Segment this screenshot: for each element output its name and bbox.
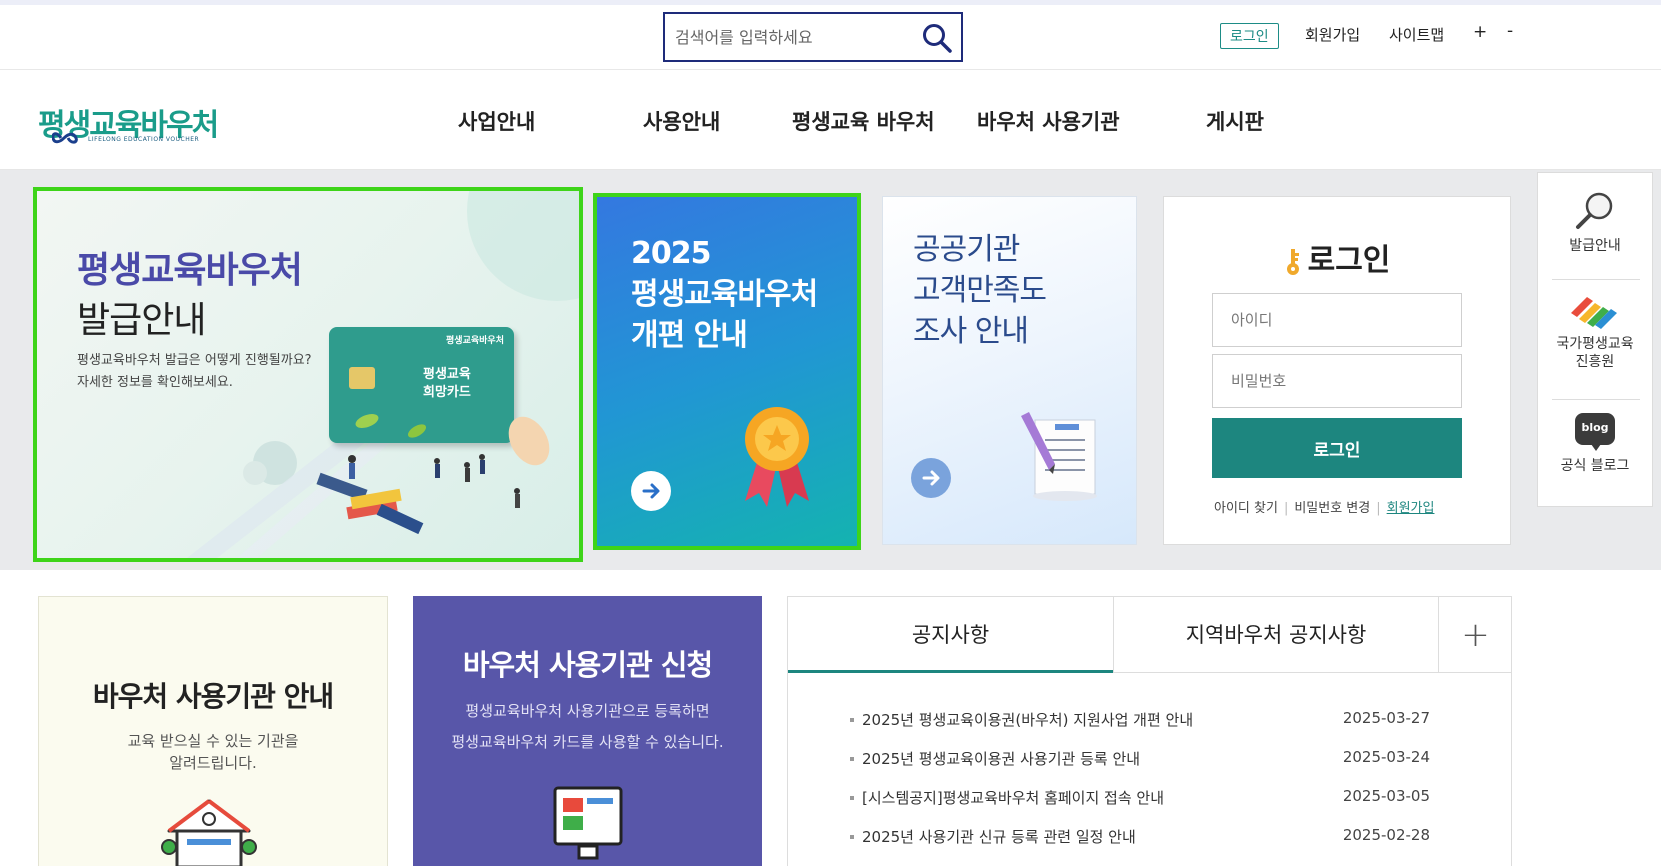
reform-2025-banner[interactable]: 2025 평생교육바우처 개편 안내: [593, 193, 861, 550]
voucher-issue-desc-2: 자세한 정보를 확인해보세요.: [77, 375, 233, 390]
voucher-issue-banner[interactable]: 평생교육바우처 발급안내 평생교육바우처 발급은 어떻게 진행될까요? 자세한 …: [33, 187, 583, 562]
survey-title: 공공기관 고객만족도 조사 안내: [913, 232, 1047, 349]
arrow-right-icon: [922, 470, 940, 486]
card-chip-icon: [349, 367, 375, 389]
card-name-1: 평생교육: [423, 367, 471, 382]
reform-title: 2025 평생교육바우처 개편 안내: [631, 236, 818, 353]
nav-voucher-institutions[interactable]: 바우처 사용기관: [977, 106, 1120, 136]
top-signup-link[interactable]: 회원가입: [1305, 24, 1360, 45]
login-password-input[interactable]: [1212, 354, 1462, 408]
notice-more-button[interactable]: +: [1438, 597, 1512, 673]
monitor-icon: [553, 786, 623, 860]
quick-menu-divider: [1552, 399, 1640, 400]
infinity-logo-icon: [52, 132, 78, 144]
institution-apply-card[interactable]: 바우처 사용기관 신청 평생교육바우처 사용기관으로 등록하면 평생교육바우처 …: [413, 596, 762, 866]
nav-board[interactable]: 게시판: [1206, 106, 1264, 136]
bullet: [850, 718, 854, 722]
bullet: [850, 757, 854, 761]
school-building-icon: [161, 799, 257, 866]
venue-desc: 교육 받으실 수 있는 기관을 알려드립니다.: [127, 732, 299, 772]
notice-panel: 공지사항 지역바우처 공지사항 + 2025년 평생교육이용권(바우처) 지원사…: [787, 596, 1512, 866]
logo-subtitle: LIFELONG EDUCATION VOUCHER: [88, 136, 200, 143]
magnifier-icon: [1576, 192, 1613, 229]
nile-logo-icon: [1571, 297, 1617, 329]
apply-title: 바우처 사용기관 신청: [462, 648, 713, 682]
voucher-issue-title: 평생교육바우처: [77, 250, 303, 291]
tab-regional-notice[interactable]: 지역바우처 공지사항: [1113, 597, 1438, 673]
bullet: [850, 796, 854, 800]
quick-blog-link[interactable]: blog 공식 블로그: [1538, 413, 1652, 475]
reform-arrow-button[interactable]: [631, 471, 671, 511]
bullet: [850, 835, 854, 839]
voucher-issue-subtitle: 발급안내: [77, 300, 206, 341]
card-brand: 평생교육바우처: [446, 336, 504, 346]
quick-menu: 발급안내 국가평생교육 진흥원 blog 공식 블로그: [1537, 172, 1653, 507]
search-box: [663, 12, 963, 62]
quick-issue-guide[interactable]: 발급안내: [1538, 189, 1652, 255]
login-id-input[interactable]: [1212, 293, 1462, 347]
notice-item[interactable]: 2025년 사용기관 신규 등록 관련 일정 안내 2025-02-28: [850, 826, 1430, 850]
zoom-out-button[interactable]: -: [1507, 21, 1513, 41]
apply-desc: 평생교육바우처 사용기관으로 등록하면 평생교육바우처 카드를 사용할 수 있습…: [451, 702, 724, 751]
join-link[interactable]: 회원가입: [1387, 501, 1435, 516]
login-submit-button[interactable]: 로그인: [1212, 418, 1462, 478]
change-password-link[interactable]: 비밀번호 변경: [1294, 501, 1370, 516]
quick-nile-link[interactable]: 국가평생교육 진흥원: [1538, 291, 1652, 371]
site-logo[interactable]: 평생교육바우처 LIFELONG EDUCATION VOUCHER: [38, 100, 219, 146]
notice-item[interactable]: [시스템공지]평생교육바우처 홈페이지 접속 안내 2025-03-05: [850, 787, 1430, 811]
voucher-institutions-card[interactable]: 바우처 사용기관 안내 교육 받으실 수 있는 기관을 알려드립니다.: [38, 596, 388, 866]
top-sitemap-link[interactable]: 사이트맵: [1389, 24, 1444, 45]
zoom-in-button[interactable]: +: [1473, 22, 1487, 42]
nav-usage-info[interactable]: 사용안내: [643, 106, 720, 136]
people-books-illustration: [316, 414, 550, 535]
arrow-right-icon: [642, 483, 660, 499]
notice-item[interactable]: 2025년 평생교육이용권 사용기관 등록 안내 2025-03-24: [850, 748, 1430, 772]
quick-menu-divider: [1552, 279, 1640, 280]
tab-notice[interactable]: 공지사항: [788, 597, 1113, 673]
medal-icon: [745, 407, 809, 507]
find-id-link[interactable]: 아이디 찾기: [1214, 501, 1278, 516]
login-panel: 로그인 로그인 아이디 찾기|비밀번호 변경|회원가입: [1163, 196, 1511, 545]
notice-item[interactable]: 2025년 평생교육이용권(바우처) 지원사업 개편 안내 2025-03-27: [850, 709, 1430, 733]
nav-lifelong-voucher[interactable]: 평생교육 바우처: [792, 106, 935, 136]
blog-icon: blog: [1575, 413, 1615, 451]
login-help-links: 아이디 찾기 | 비밀번호 변경 | 회원가입: [1214, 501, 1435, 516]
search-input[interactable]: [675, 23, 915, 51]
nav-business-info[interactable]: 사업안내: [458, 106, 535, 136]
satisfaction-survey-banner[interactable]: 공공기관 고객만족도 조사 안내: [882, 196, 1137, 545]
voucher-issue-desc-1: 평생교육바우처 발급은 어떻게 진행될까요?: [77, 353, 312, 368]
document-pen-icon: [1021, 412, 1097, 501]
survey-arrow-button[interactable]: [911, 458, 951, 498]
key-icon: [1286, 248, 1299, 275]
card-name-2: 희망카드: [423, 385, 471, 400]
venue-title: 바우처 사용기관 안내: [92, 680, 334, 713]
login-title: 로그인: [1164, 235, 1510, 279]
top-login-link[interactable]: 로그인: [1220, 23, 1279, 49]
search-icon[interactable]: [921, 22, 953, 54]
